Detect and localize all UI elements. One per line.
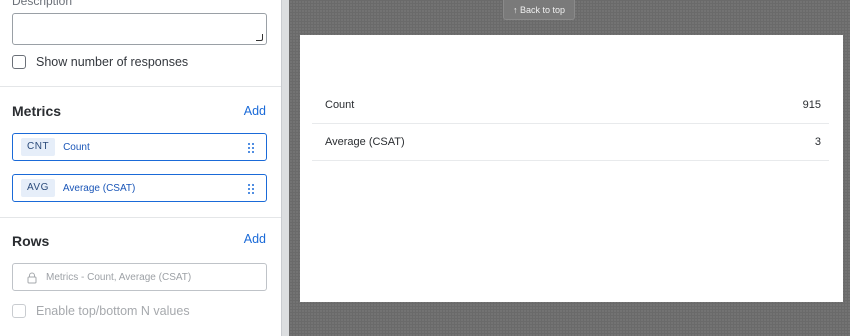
drag-handle-icon[interactable]: [248, 184, 254, 194]
rows-field-text: Metrics - Count, Average (CSAT): [46, 271, 192, 283]
show-responses-label: Show number of responses: [36, 55, 189, 69]
enable-topn-checkbox: [12, 304, 26, 318]
description-textarea[interactable]: [12, 13, 267, 45]
section-divider: [0, 217, 281, 218]
section-divider: [0, 86, 281, 87]
metric-item-count[interactable]: CNT Count: [12, 133, 267, 161]
metric-tag: AVG: [21, 179, 55, 197]
widget-settings-panel: Description Show number of responses Met…: [0, 0, 281, 336]
panel-splitter[interactable]: [281, 0, 289, 336]
description-label: Description: [12, 0, 73, 8]
show-responses-checkbox[interactable]: [12, 55, 26, 69]
metric-name: Average (CSAT): [62, 182, 136, 194]
back-to-top-button[interactable]: ↑ Back to top: [503, 0, 575, 20]
results-table: Count 915 Average (CSAT) 3: [312, 87, 829, 161]
metrics-title: Metrics: [12, 103, 62, 119]
metric-tag: CNT: [21, 138, 56, 156]
rows-field: Metrics - Count, Average (CSAT): [12, 263, 267, 291]
enable-topn-label: Enable top/bottom N values: [36, 304, 190, 318]
add-row-link[interactable]: Add: [244, 232, 266, 246]
row-value: 915: [802, 99, 821, 111]
table-row: Count 915: [312, 87, 829, 124]
rows-title: Rows: [12, 233, 50, 249]
show-responses-checkbox-row[interactable]: Show number of responses: [12, 54, 188, 70]
row-value: 3: [814, 136, 821, 148]
preview-area: ↑ Back to top Count 915 Average (CSAT) 3: [289, 0, 850, 336]
row-label: Average (CSAT): [325, 136, 405, 148]
lock-icon: [27, 271, 37, 284]
resize-grip-icon[interactable]: [256, 34, 263, 41]
widget-preview-card: Count 915 Average (CSAT) 3: [300, 35, 843, 302]
row-label: Count: [325, 99, 355, 111]
metric-name: Count: [63, 141, 90, 153]
add-metric-link[interactable]: Add: [244, 104, 266, 118]
metric-item-average-csat[interactable]: AVG Average (CSAT): [12, 174, 267, 202]
drag-handle-icon[interactable]: [248, 143, 254, 153]
enable-topn-checkbox-row: Enable top/bottom N values: [12, 303, 190, 319]
table-row: Average (CSAT) 3: [312, 124, 829, 161]
